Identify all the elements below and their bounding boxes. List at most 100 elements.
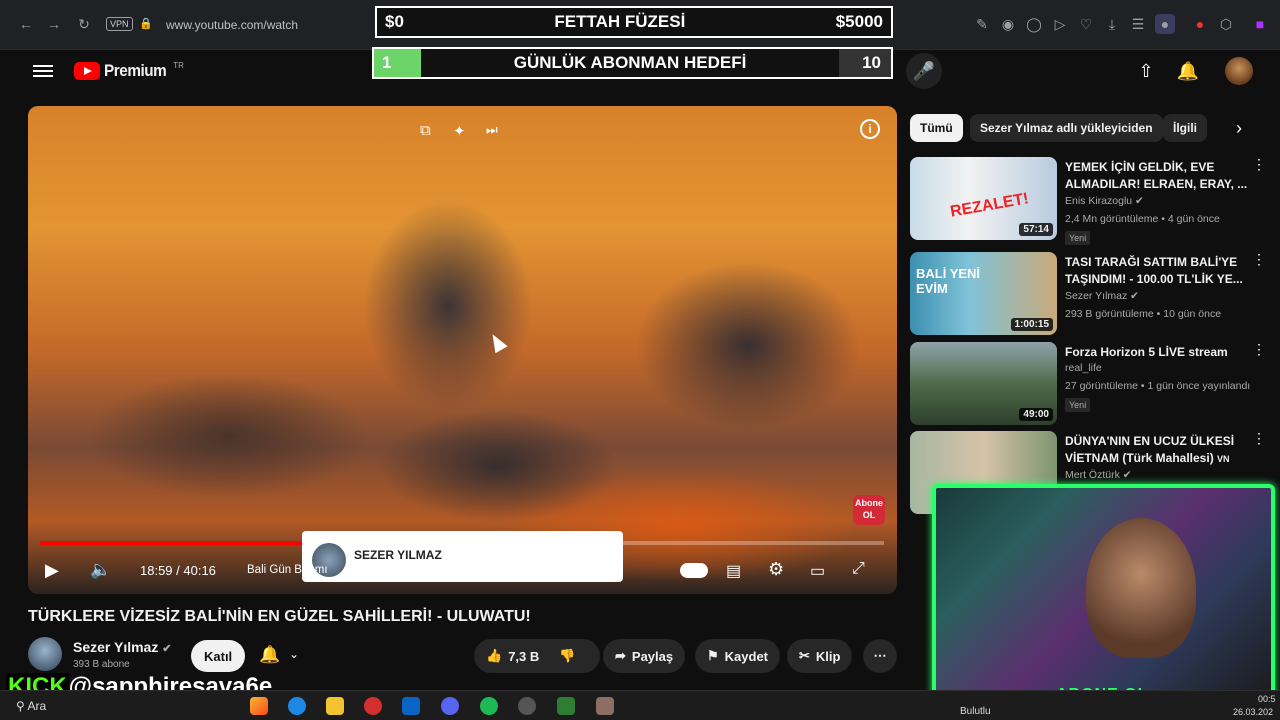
play-button-icon[interactable]: ▶: [45, 560, 59, 581]
rec-title[interactable]: DÜNYA'NIN EN UCUZ ÜLKESİ VİETNAM (Türk M…: [1065, 433, 1250, 468]
more-vert-icon[interactable]: ⋮: [1252, 252, 1266, 266]
camera-icon[interactable]: ◉: [998, 14, 1018, 34]
chip-related[interactable]: İlgili: [1163, 114, 1207, 142]
save-button[interactable]: ⚑ Kaydet: [695, 639, 781, 673]
rec-title[interactable]: YEMEK İÇİN GELDİK, EVE ALMADILAR! ELRAEN…: [1065, 159, 1250, 193]
settings-gear-icon[interactable]: ⚙: [768, 559, 784, 580]
like-icon[interactable]: 👍: [486, 648, 502, 664]
hamburger-menu-icon[interactable]: [33, 62, 53, 78]
fullscreen-icon[interactable]: ⤢: [852, 560, 865, 578]
audio-app-icon[interactable]: [596, 697, 614, 715]
rec-channel-name[interactable]: Mert Öztürk: [1065, 469, 1120, 481]
share-button[interactable]: ➦ Paylaş: [603, 639, 686, 673]
volume-icon[interactable]: 🔈: [90, 560, 111, 580]
list-item[interactable]: 49:00 Forza Horizon 5 LİVE stream real_l…: [910, 342, 1270, 428]
file-explorer-icon[interactable]: [326, 697, 344, 715]
rec-meta: 27 görüntüleme • 1 gün önce yayınlandı: [1065, 380, 1251, 392]
notifications-bell-icon[interactable]: 🔔: [1170, 53, 1206, 89]
video-thumbnail[interactable]: REZALET! 57:14: [910, 157, 1057, 240]
taskbar-search[interactable]: ⚲ Ara: [16, 699, 46, 713]
rec-channel[interactable]: Sezer Yılmaz ✔: [1065, 290, 1139, 302]
taskbar-search-label[interactable]: Ara: [27, 699, 46, 713]
chip-all[interactable]: Tümü: [910, 114, 963, 142]
address-bar[interactable]: www.youtube.com/watch: [166, 18, 298, 32]
rec-title-text[interactable]: DÜNYA'NIN EN UCUZ ÜLKESİ VİETNAM (Türk M…: [1065, 434, 1234, 465]
rec-channel[interactable]: real_life: [1065, 362, 1102, 374]
rec-channel-name[interactable]: Enis Kirazoglu: [1065, 195, 1132, 207]
upload-icon[interactable]: ⇧: [1128, 53, 1164, 89]
download-icon[interactable]: ⤓: [1102, 14, 1122, 34]
join-button[interactable]: Katıl: [191, 640, 246, 672]
like-count[interactable]: 7,3 B: [508, 649, 539, 664]
youtube-premium-logo[interactable]: Premium TR: [74, 61, 184, 81]
verified-icon: ✔: [1135, 195, 1144, 207]
next-video-icon[interactable]: ⏭: [486, 122, 498, 138]
edge-icon[interactable]: [288, 697, 306, 715]
clip-button[interactable]: ✂ Klip: [787, 639, 853, 673]
sparkle-icon[interactable]: ✦: [453, 122, 466, 140]
duration-badge: 1:00:15: [1010, 318, 1053, 331]
more-vert-icon[interactable]: ⋮: [1252, 431, 1266, 445]
save-label: Kaydet: [724, 648, 769, 664]
mail-icon[interactable]: [402, 697, 420, 715]
list-item[interactable]: DÜNYA'NIN EN UCUZ ÜLKESİ VİETNAM (Türk M…: [910, 431, 1270, 514]
clip-label: Klip: [815, 648, 841, 664]
more-vert-icon[interactable]: ⋮: [1252, 157, 1266, 171]
video-player[interactable]: [28, 106, 897, 594]
info-icon[interactable]: i: [860, 119, 880, 139]
reload-icon[interactable]: ↻: [74, 14, 94, 34]
account-avatar[interactable]: [1225, 57, 1253, 85]
list-item[interactable]: BALİ YENİ EVİM 1:00:15 TASI TARAĞI SATTI…: [910, 252, 1270, 338]
opera-icon[interactable]: ●: [1190, 14, 1210, 34]
new-badge: Yeni: [1065, 231, 1091, 245]
video-thumbnail[interactable]: 49:00: [910, 342, 1057, 425]
chip-from-uploader[interactable]: Sezer Yılmaz adlı yükleyiciden: [970, 114, 1163, 142]
cube-icon[interactable]: ⬡: [1216, 14, 1236, 34]
heart-icon[interactable]: ♡: [1076, 14, 1096, 34]
more-actions-icon[interactable]: ⋯: [863, 639, 897, 673]
spotify-icon[interactable]: [480, 697, 498, 715]
subtitles-icon[interactable]: ▤: [726, 561, 741, 581]
voice-search-icon[interactable]: 🎤: [906, 53, 942, 89]
channel-avatar[interactable]: [28, 637, 62, 671]
chevron-right-icon[interactable]: ›: [1236, 118, 1242, 139]
theater-mode-icon[interactable]: ▭: [810, 561, 825, 581]
extension-icon[interactable]: ■: [1250, 14, 1270, 34]
channel-name[interactable]: Sezer Yılmaz ✔: [73, 639, 171, 655]
rec-title[interactable]: TASI TARAĞI SATTIM BALİ'YE TAŞINDIM! - 1…: [1065, 254, 1250, 288]
weather-label[interactable]: Bulutlu: [960, 706, 991, 717]
vpn-badge[interactable]: VPN: [106, 17, 133, 31]
forward-icon[interactable]: →: [44, 14, 64, 34]
dislike-icon[interactable]: 👎: [559, 648, 575, 664]
clock-date[interactable]: 26.03.202: [1233, 707, 1273, 717]
lock-icon[interactable]: 🔒: [136, 14, 156, 34]
play-icon[interactable]: ▷: [1050, 14, 1070, 34]
profile-icon[interactable]: ●: [1155, 14, 1175, 34]
country-code: TR: [173, 60, 184, 70]
back-icon[interactable]: ←: [16, 14, 36, 34]
shield-icon[interactable]: ◯: [1024, 14, 1044, 34]
channel-name-text[interactable]: Sezer Yılmaz: [73, 639, 158, 655]
autoplay-toggle[interactable]: [680, 563, 708, 578]
video-thumbnail[interactable]: BALİ YENİ EVİM 1:00:15: [910, 252, 1057, 335]
more-vert-icon[interactable]: ⋮: [1252, 342, 1266, 356]
rec-channel[interactable]: Enis Kirazoglu ✔: [1065, 195, 1144, 207]
duration-badge: 57:14: [1019, 223, 1053, 236]
opera-taskbar-icon[interactable]: [364, 697, 382, 715]
copilot-icon[interactable]: [250, 697, 268, 715]
rec-channel[interactable]: Mert Öztürk ✔: [1065, 469, 1132, 481]
miniplayer-icon[interactable]: ⧉: [420, 122, 431, 139]
menu-icon[interactable]: ☰: [1128, 14, 1148, 34]
app-icon[interactable]: [557, 697, 575, 715]
rec-channel-name[interactable]: Sezer Yılmaz: [1065, 290, 1127, 302]
chevron-down-icon[interactable]: ⌄: [289, 647, 299, 661]
notification-bell-icon[interactable]: 🔔: [259, 645, 280, 665]
list-item[interactable]: REZALET! 57:14 YEMEK İÇİN GELDİK, EVE AL…: [910, 157, 1270, 245]
chapter-title[interactable]: Bali Gün Batımı: [247, 564, 328, 576]
rec-title[interactable]: Forza Horizon 5 LİVE stream: [1065, 344, 1250, 361]
clock-time[interactable]: 00:5: [1258, 694, 1276, 704]
subscribe-stamp[interactable]: Abone OL: [853, 495, 885, 525]
discord-icon[interactable]: [441, 697, 459, 715]
edit-icon[interactable]: ✎: [972, 14, 992, 34]
obs-icon[interactable]: [518, 697, 536, 715]
